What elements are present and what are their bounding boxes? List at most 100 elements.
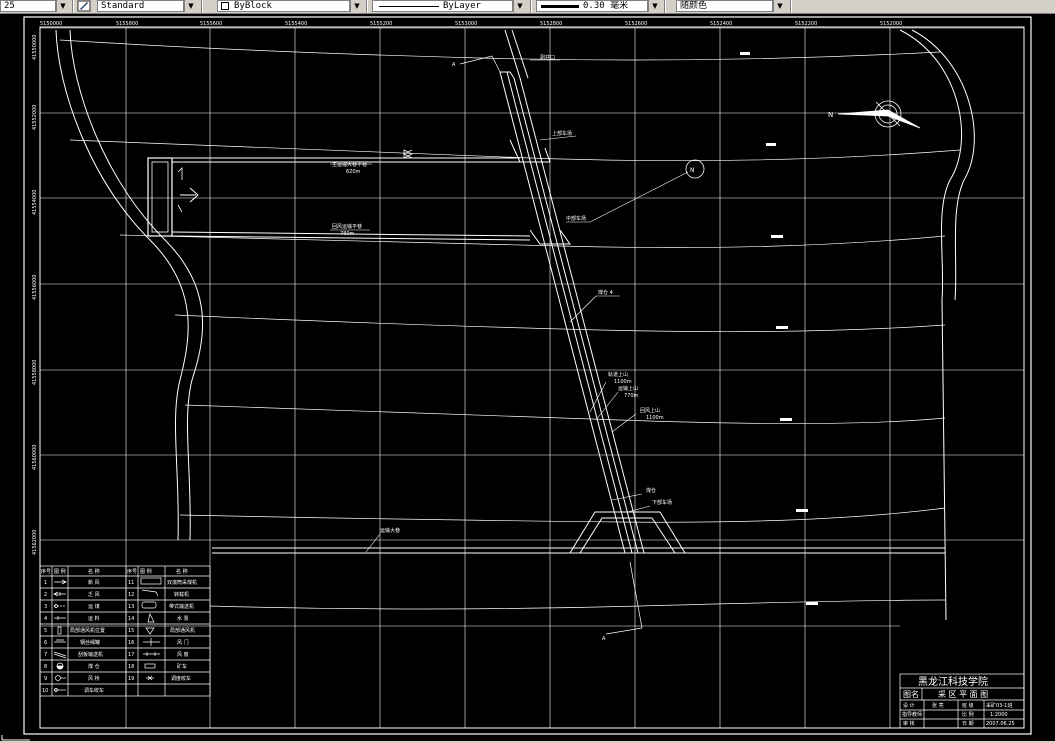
drawing-canvas[interactable]: 5150000 5155800 5155600 5155400 5155200 … xyxy=(0,14,1055,741)
legend-no: 18 xyxy=(128,664,134,670)
contour-marker xyxy=(776,326,788,329)
slope-line xyxy=(499,71,626,554)
annotation-label: 主运输大巷平巷 xyxy=(332,161,367,168)
leader xyxy=(627,505,651,513)
right-boundary xyxy=(899,29,975,621)
toolbar-separator xyxy=(530,0,532,13)
survey-circle-icon: N xyxy=(685,159,705,179)
toolbar-separator xyxy=(664,0,666,13)
legend-name: 乏 风 xyxy=(88,592,100,598)
coord-label: 41560000 xyxy=(32,445,38,470)
legend-symbols xyxy=(53,577,162,692)
annotation-label: 中部车场 xyxy=(566,215,586,222)
drawing-name: 采 区 平 面 图 xyxy=(938,689,988,699)
north-arrow-icon xyxy=(837,100,921,129)
air-window-icon xyxy=(143,652,160,656)
slope-line xyxy=(511,29,529,79)
layer-dropdown-arrow[interactable]: ▼ xyxy=(350,0,363,12)
airflow-arrow-icon xyxy=(180,187,199,203)
shearer-icon xyxy=(140,577,162,585)
loader-icon xyxy=(141,589,159,597)
annotation-label: 1100m xyxy=(646,415,664,421)
linetype-preview-icon xyxy=(379,6,439,7)
left-coordinate-labels: 41550000 41552000 41554000 41556000 4155… xyxy=(32,35,38,555)
slope-line xyxy=(519,77,645,554)
coord-label: 5150000 xyxy=(40,21,62,27)
title-cell: 设 计 xyxy=(903,702,915,709)
linetype-label: ByLayer xyxy=(443,1,481,11)
plot-style-dropdown-arrow[interactable]: ▼ xyxy=(773,0,786,12)
plot-style-combobox[interactable]: 随颜色 xyxy=(676,0,773,12)
title-cell: 采矿03-1班 xyxy=(986,702,1012,709)
legend-name: 转载机 xyxy=(174,591,189,598)
legend-no: 6 xyxy=(44,640,47,646)
section-leader xyxy=(605,561,643,635)
legend-no: 10 xyxy=(42,688,48,694)
contour-line xyxy=(59,39,941,61)
legend-name: 刮板输送机 xyxy=(78,651,103,658)
contour-markers xyxy=(740,52,818,605)
coord-label: 5155800 xyxy=(116,21,138,27)
legend-name: 风 桥 xyxy=(88,675,100,682)
coordinate-grid xyxy=(40,27,1024,728)
title-cell: 2007.06.25 xyxy=(986,721,1015,727)
water-pump-icon xyxy=(147,612,155,623)
contour-marker xyxy=(740,52,750,55)
scale-combobox[interactable]: 25 xyxy=(0,0,56,12)
legend-name: 风 门 xyxy=(177,639,189,646)
annotation-label: 回风运输平巷 xyxy=(332,223,362,230)
linetype-dropdown-arrow[interactable]: ▼ xyxy=(513,0,526,12)
coord-label: 5152800 xyxy=(540,21,562,27)
title-cell: 班 级 xyxy=(962,702,974,709)
return-air-icon xyxy=(53,591,66,597)
coord-label: 5153000 xyxy=(455,21,477,27)
annotations: A A 副井口 上部车场 主运输大巷平巷 620m 回风运输平巷 780m 中部… xyxy=(332,54,672,642)
text-style-combobox[interactable]: Standard xyxy=(97,0,184,12)
circle-label: N xyxy=(690,167,695,174)
linetype-combobox[interactable]: ByLayer xyxy=(372,0,513,12)
annotation-label: 运输上山 xyxy=(618,385,638,392)
legend-no: 3 xyxy=(44,604,47,610)
color-swatch-icon xyxy=(221,2,229,10)
left-boundary xyxy=(55,29,203,541)
wire-rope-icon xyxy=(54,639,66,643)
text-style-dropdown-arrow[interactable]: ▼ xyxy=(184,0,197,12)
leader-lines xyxy=(330,59,689,553)
contour-line xyxy=(209,599,946,610)
text-style-icon[interactable] xyxy=(77,0,91,12)
inner-frame xyxy=(39,26,1025,729)
annotation-label: 上部车场 xyxy=(552,130,572,137)
legend-no: 4 xyxy=(44,616,47,622)
inclined-roadways xyxy=(499,29,686,554)
coord-label: 5155600 xyxy=(200,21,222,27)
legend-name: 双滚筒采煤机 xyxy=(167,579,197,586)
coord-label: 5152400 xyxy=(710,21,732,27)
layer-combobox[interactable]: ByBlock xyxy=(217,0,350,12)
contour-lines xyxy=(59,39,961,610)
face-inner xyxy=(151,161,169,233)
material-transport-icon xyxy=(54,616,66,620)
drawing-name-label: 图名 xyxy=(903,689,919,699)
annotation-label: 轨道上山 xyxy=(608,371,628,378)
lineweight-preview-icon xyxy=(541,5,579,8)
legend-name: 矿车 xyxy=(177,663,187,670)
legend-name: 水 泵 xyxy=(177,615,189,622)
coal-bunker-icon xyxy=(56,665,64,670)
coord-label: 5155200 xyxy=(370,21,392,27)
annotation-label: 运输大巷 xyxy=(380,527,400,534)
legend-name: 新 风 xyxy=(88,579,100,586)
toolbar-separator xyxy=(201,0,203,13)
section-label: A xyxy=(602,636,606,642)
legend-no: 12 xyxy=(128,592,134,598)
slope-line xyxy=(513,77,639,554)
slope-line xyxy=(504,29,521,79)
lineweight-label: 0.30 毫米 xyxy=(583,1,629,11)
scale-dropdown-arrow[interactable]: ▼ xyxy=(56,0,69,12)
contour-marker xyxy=(771,235,783,238)
annotation-label: 煤仓 4 xyxy=(598,289,613,296)
legend-header: 序号 xyxy=(41,568,51,575)
legend-name: 运 料 xyxy=(88,615,100,622)
coord-label: 5152600 xyxy=(625,21,647,27)
lineweight-dropdown-arrow[interactable]: ▼ xyxy=(648,0,661,12)
lineweight-combobox[interactable]: 0.30 毫米 xyxy=(536,0,648,12)
